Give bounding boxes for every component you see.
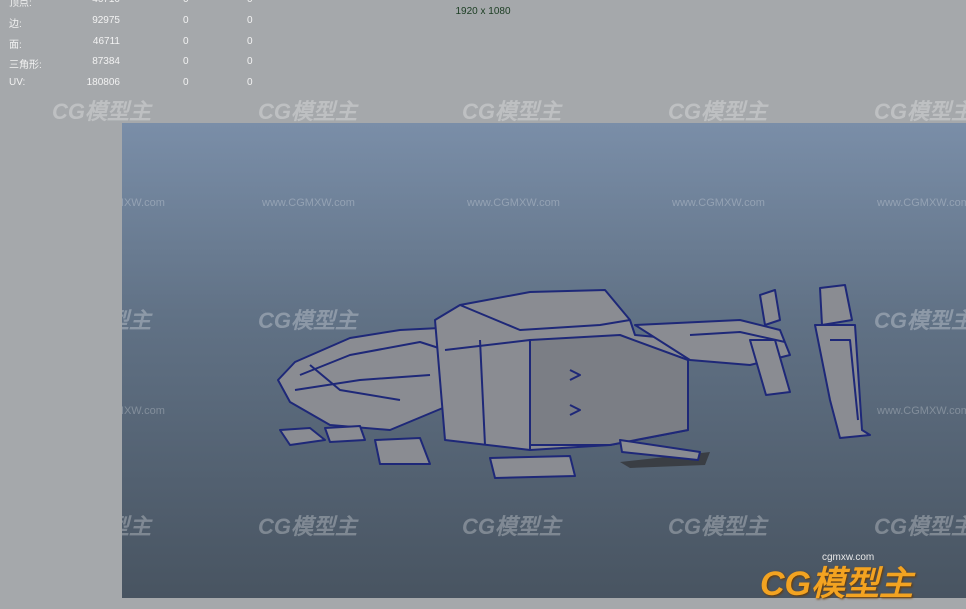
hud-value-3: 0 bbox=[247, 77, 253, 88]
hud-row-triangles: 三角形: 87384 0 0 bbox=[0, 56, 270, 76]
hud-label: 三角形: bbox=[9, 60, 42, 71]
hud-value: 46711 bbox=[92, 36, 120, 47]
watermark: CG模型主 bbox=[258, 514, 358, 539]
hud-value-2: 0 bbox=[183, 77, 189, 88]
hud-value: 180806 bbox=[86, 77, 120, 88]
hud-value: 46710 bbox=[92, 0, 120, 5]
hud-label: 面: bbox=[9, 40, 22, 51]
hud-label: 边: bbox=[9, 19, 22, 30]
watermark: CG模型主 bbox=[258, 99, 358, 124]
watermark: CG模型主 bbox=[462, 514, 562, 539]
hud-value: 87384 bbox=[92, 56, 120, 67]
hud-value-3: 0 bbox=[247, 0, 253, 5]
spaceship-wireframe-model[interactable] bbox=[270, 280, 910, 490]
hud-value-2: 0 bbox=[183, 56, 189, 67]
brand-logo: CG模型主 bbox=[760, 565, 913, 603]
watermark: CG模型主 bbox=[874, 514, 966, 539]
watermark: CG模型主 bbox=[122, 308, 152, 333]
hud-value-2: 0 bbox=[183, 0, 189, 5]
resolution-gate-label: 1920 x 1080 bbox=[455, 6, 511, 17]
watermark-url: www.CGMXW.com bbox=[877, 197, 966, 209]
hud-value-2: 0 bbox=[183, 36, 189, 47]
hud-label: UV: bbox=[9, 77, 26, 88]
hud-row-edges: 边: 92975 0 0 bbox=[0, 15, 270, 35]
watermark: CG模型主 bbox=[874, 99, 966, 124]
watermark-url: www.CGMXW.com bbox=[672, 197, 765, 209]
watermark: CG模型主 bbox=[52, 99, 152, 124]
watermark-url: www.CGMXW.com bbox=[122, 197, 165, 209]
watermark-url: www.CGMXW.com bbox=[262, 197, 355, 209]
watermark-url: www.CGMXW.com bbox=[122, 405, 165, 417]
watermark-url: www.CGMXW.com bbox=[467, 197, 560, 209]
watermark: CG模型主 bbox=[668, 514, 768, 539]
hud-value-3: 0 bbox=[247, 36, 253, 47]
hud-row-faces: 面: 46711 0 0 bbox=[0, 36, 270, 56]
watermark: CG模型主 bbox=[122, 514, 152, 539]
hud-value-3: 0 bbox=[247, 56, 253, 67]
watermark: CG模型主 bbox=[668, 99, 768, 124]
watermark: CG模型主 bbox=[462, 99, 562, 124]
